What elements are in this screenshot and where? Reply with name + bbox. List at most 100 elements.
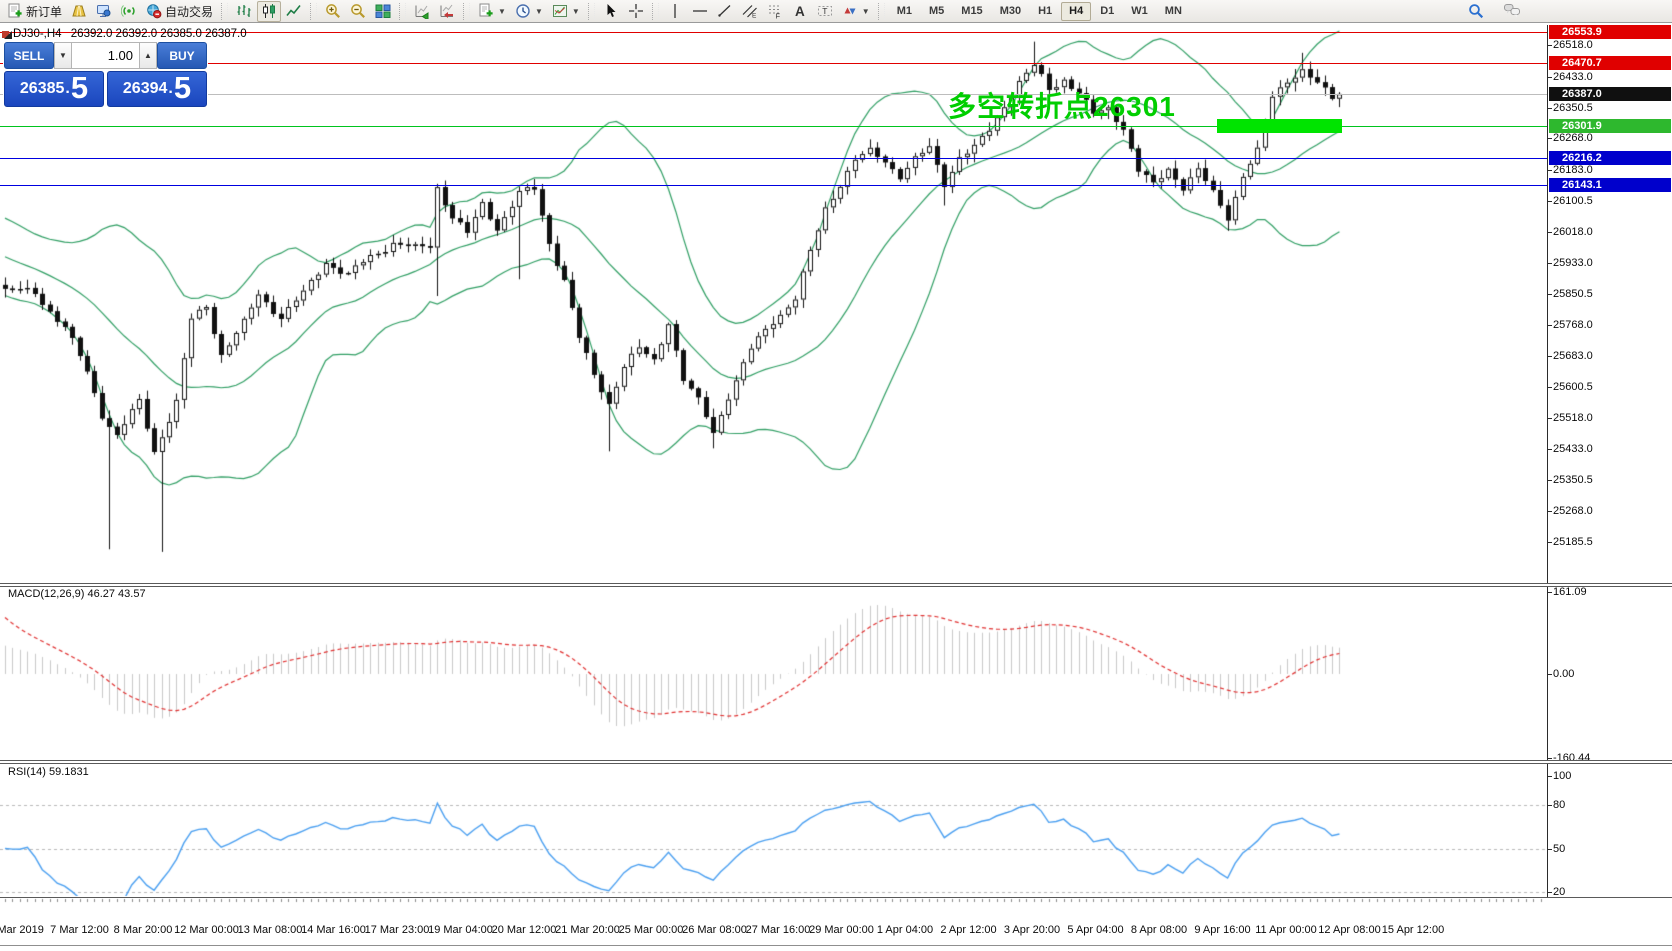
- pane-separator-rsi[interactable]: [0, 760, 1672, 764]
- rsi-axis-tick: 100: [1553, 770, 1571, 782]
- chart-canvas[interactable]: [0, 0, 1672, 951]
- buy-price: 26394: [123, 74, 168, 104]
- chart-annotation-text[interactable]: 多空转折点26301: [948, 85, 1176, 125]
- new-order-button-label: 新订单: [26, 3, 62, 20]
- timeframe-m15-button[interactable]: M15: [953, 2, 990, 21]
- timeframe-mn-button[interactable]: MN: [1157, 2, 1190, 21]
- fibonacci-button[interactable]: F: [763, 1, 787, 22]
- zoom-out-icon: [350, 3, 366, 19]
- rsi-axis-dash: [1547, 849, 1552, 850]
- price-axis-tick: 26268.0: [1553, 132, 1593, 144]
- channel-button[interactable]: E: [738, 1, 762, 22]
- volume-input[interactable]: [72, 42, 139, 69]
- pivot-highlight-rectangle[interactable]: [1217, 119, 1342, 133]
- dropdown-caret-icon: ▼: [498, 7, 506, 16]
- new-order-button[interactable]: 新订单: [3, 1, 66, 22]
- toolbar-separator: [221, 3, 228, 20]
- timeframe-m1-button[interactable]: M1: [889, 2, 920, 21]
- market-watch-button[interactable]: [92, 1, 116, 22]
- buy-price-box[interactable]: 26394.5: [107, 71, 207, 107]
- rsi-axis-dash: [1547, 805, 1552, 806]
- periods-button[interactable]: ▼: [511, 1, 547, 22]
- tile-windows-button[interactable]: [371, 1, 395, 22]
- timeframe-m30-button[interactable]: M30: [992, 2, 1029, 21]
- chart-title-ohlc: 26392.0 26392.0 26385.0 26387.0: [71, 28, 247, 40]
- community-button[interactable]: [1500, 1, 1524, 22]
- rsi-axis-dash: [1547, 892, 1552, 893]
- toolbar-right-group: [1464, 1, 1524, 22]
- hline-support-line-lower[interactable]: [0, 185, 1547, 186]
- text-label-button[interactable]: T: [813, 1, 837, 22]
- chart-icon[interactable]: [2, 29, 13, 40]
- autotrading-button[interactable]: 自动交易: [142, 1, 217, 22]
- macd-axis-dash: [1547, 674, 1552, 675]
- templates-button[interactable]: ▼: [548, 1, 584, 22]
- chart-shift-button[interactable]: [435, 1, 459, 22]
- macd-label: MACD(12,26,9) 46.27 43.57: [8, 588, 146, 600]
- chart-title: DJ30-,H4 26392.0 26392.0 26385.0 26387.0: [13, 28, 247, 40]
- timeframe-d1-button[interactable]: D1: [1092, 2, 1122, 21]
- hline-resistance-line-lower[interactable]: [0, 63, 1547, 64]
- price-axis-dash: [1547, 511, 1552, 512]
- trendline-button[interactable]: [713, 1, 737, 22]
- community-icon: [1504, 3, 1520, 19]
- indicators-button[interactable]: ▼: [474, 1, 510, 22]
- price-axis-dash: [1547, 480, 1552, 481]
- profiles-button[interactable]: [67, 1, 91, 22]
- toolbar-separator: [652, 3, 659, 20]
- price-axis-dash: [1547, 263, 1552, 264]
- dropdown-caret-icon: ▼: [535, 7, 543, 16]
- timeframe-h4-button[interactable]: H4: [1061, 2, 1091, 21]
- signals-button[interactable]: [117, 1, 141, 22]
- timeframe-w1-button[interactable]: W1: [1123, 2, 1156, 21]
- buy-button[interactable]: BUY: [157, 42, 207, 69]
- hline-current-price-line[interactable]: [0, 94, 1547, 95]
- trendline-icon: [717, 3, 733, 19]
- bar-chart-button[interactable]: [232, 1, 256, 22]
- auto-scroll-button[interactable]: [410, 1, 434, 22]
- templates-icon: [552, 3, 568, 19]
- periods-icon: [515, 3, 531, 19]
- zoom-in-button[interactable]: [321, 1, 345, 22]
- price-axis-dash: [1547, 294, 1552, 295]
- vertical-line-button[interactable]: [663, 1, 687, 22]
- volume-decrease-button[interactable]: ▼: [54, 42, 72, 69]
- dropdown-caret-icon: ▼: [862, 7, 870, 16]
- channel-icon: E: [742, 3, 758, 19]
- time-axis-line: [0, 897, 1672, 898]
- cursor-button[interactable]: [599, 1, 623, 22]
- sell-price-box[interactable]: 26385.5: [4, 71, 104, 107]
- text-label-icon: T: [817, 3, 833, 19]
- timeframe-m5-button[interactable]: M5: [921, 2, 952, 21]
- svg-text:A: A: [795, 4, 805, 19]
- dropdown-caret-icon: ▼: [572, 7, 580, 16]
- volume-increase-button[interactable]: ▲: [139, 42, 157, 69]
- sell-button[interactable]: SELL: [4, 42, 54, 69]
- toolbar-separator: [463, 3, 470, 20]
- candlestick-chart-button[interactable]: [257, 1, 281, 22]
- zoom-out-button[interactable]: [346, 1, 370, 22]
- tile-windows-icon: [375, 3, 391, 19]
- price-axis-tick: 25933.0: [1553, 257, 1593, 269]
- shapes-button[interactable]: ▼: [838, 1, 874, 22]
- horizontal-line-button[interactable]: [688, 1, 712, 22]
- toolbar-separator: [310, 3, 317, 20]
- price-axis-tick: 25768.0: [1553, 319, 1593, 331]
- timeframe-h1-button[interactable]: H1: [1030, 2, 1060, 21]
- window-bottom-border: [0, 945, 1672, 946]
- macd-axis-dash: [1547, 758, 1552, 759]
- price-axis-dash: [1547, 418, 1552, 419]
- toolbar-separator: [588, 3, 595, 20]
- line-chart-button[interactable]: [282, 1, 306, 22]
- sell-price: 26385: [20, 74, 65, 104]
- price-axis-tick: 26183.0: [1553, 164, 1593, 176]
- one-click-trading-panel: SELL ▼ ▲ BUY 26385.5 26394.5: [3, 41, 208, 108]
- svg-text:T: T: [822, 6, 827, 16]
- date-label: 15 Apr 12:00: [1366, 924, 1460, 936]
- text-button[interactable]: A: [788, 1, 812, 22]
- hline-support-line-upper[interactable]: [0, 158, 1547, 159]
- price-badge-26143.1: 26143.1: [1549, 178, 1671, 192]
- pane-separator-macd[interactable]: [0, 583, 1672, 587]
- crosshair-button[interactable]: [624, 1, 648, 22]
- search-button[interactable]: [1464, 1, 1488, 22]
